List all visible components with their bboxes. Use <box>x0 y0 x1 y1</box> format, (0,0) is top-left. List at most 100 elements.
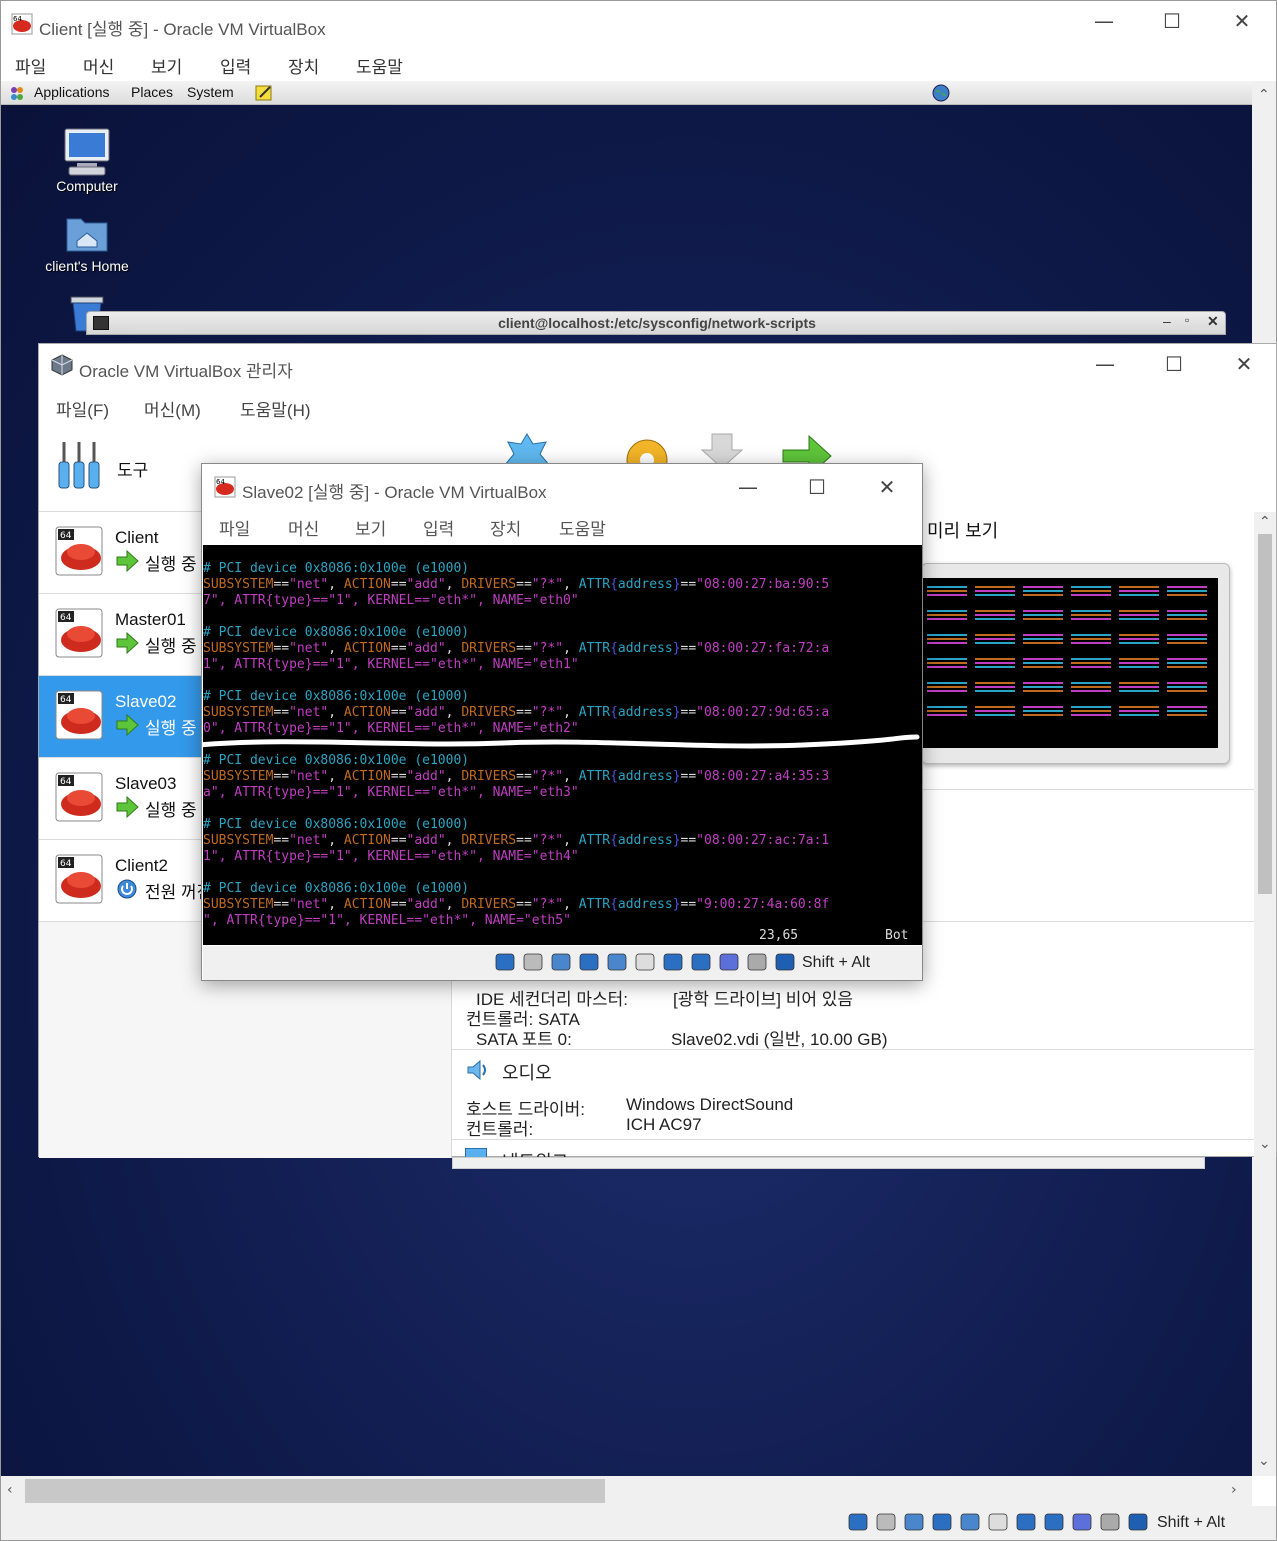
menu-view[interactable]: 보기 <box>151 53 182 78</box>
terminal-minimize-button[interactable]: – <box>1163 313 1171 329</box>
menu-input[interactable]: 입력 <box>220 53 251 78</box>
gnome-top-panel: Applications Places System <box>1 81 1252 105</box>
text-editor-icon[interactable] <box>254 83 274 103</box>
scroll-up-arrow-icon[interactable]: ⌃ <box>1258 87 1270 103</box>
display-icon[interactable] <box>1015 1511 1037 1533</box>
scroll-left-arrow-icon[interactable]: ‹ <box>7 1482 13 1498</box>
slave-minimize-button[interactable]: — <box>725 475 771 499</box>
preview-text-line <box>1071 714 1111 716</box>
manager-menu-machine[interactable]: 머신(M) <box>144 396 201 421</box>
host-key-label: Shift + Alt <box>1157 1514 1226 1531</box>
preview-heading: 미리 보기 <box>927 521 999 541</box>
slave-menu-help[interactable]: 도움말 <box>559 515 606 540</box>
preview-text-line <box>927 686 967 688</box>
menu-file[interactable]: 파일 <box>15 53 46 78</box>
preview-text-line <box>1167 666 1207 668</box>
slave-maximize-button[interactable]: ☐ <box>794 475 840 499</box>
preview-text-line <box>927 634 967 636</box>
details-scroll-down-icon[interactable]: ⌄ <box>1259 1136 1271 1152</box>
manager-menu-help[interactable]: 도움말(H) <box>240 396 311 421</box>
terminal-maximize-button[interactable]: ▫ <box>1185 313 1189 327</box>
scroll-right-arrow-icon[interactable]: › <box>1231 1482 1237 1498</box>
preview-text-line <box>1167 686 1207 688</box>
svg-text:64: 64 <box>216 478 225 486</box>
preview-text-line <box>1167 642 1207 644</box>
close-button[interactable]: ✕ <box>1219 9 1265 33</box>
preview-text-line <box>1119 614 1159 616</box>
system-menu[interactable]: System <box>187 84 234 100</box>
keyboard-capture-icon[interactable] <box>1127 1511 1149 1533</box>
preview-text-line <box>975 706 1015 708</box>
svg-text:64: 64 <box>60 777 72 787</box>
slave-menu-view[interactable]: 보기 <box>355 515 386 540</box>
vm-name: Slave03 <box>115 774 177 793</box>
places-menu[interactable]: Places <box>131 84 173 100</box>
hard-disk-icon[interactable] <box>494 951 516 973</box>
manager-close-button[interactable]: ✕ <box>1221 352 1267 376</box>
console-comment-line: # PCI device 0x8086:0x100e (e1000) <box>203 561 470 576</box>
details-scroll-up-icon[interactable]: ⌃ <box>1259 514 1271 530</box>
preview-text-line <box>1119 706 1159 708</box>
vm-state: 실행 중 <box>145 555 197 574</box>
menu-machine[interactable]: 머신 <box>83 53 114 78</box>
scroll-down-arrow-icon[interactable]: ⌄ <box>1258 1453 1270 1469</box>
running-arrow-icon <box>115 631 139 655</box>
manager-minimize-button[interactable]: — <box>1082 352 1128 376</box>
optical-disk-icon[interactable] <box>522 951 544 973</box>
preview-text-line <box>1071 618 1111 620</box>
hard-disk-icon[interactable] <box>847 1511 869 1533</box>
manager-maximize-button[interactable]: ☐ <box>1151 352 1197 376</box>
video-capture-icon[interactable] <box>1043 1511 1065 1533</box>
mouse-integration-icon[interactable] <box>1099 1511 1121 1533</box>
network-icon[interactable] <box>931 1511 953 1533</box>
terminal-close-button[interactable]: ✕ <box>1207 313 1219 330</box>
slave-menu-file[interactable]: 파일 <box>219 515 250 540</box>
vm-name: Slave02 <box>115 692 177 711</box>
preview-text-line <box>1119 714 1159 716</box>
home-folder-icon[interactable] <box>65 213 109 253</box>
network-globe-icon[interactable] <box>931 83 951 103</box>
minimize-button[interactable]: — <box>1081 9 1127 33</box>
manager-details-scrollbar[interactable]: ⌃ ⌄ <box>1254 512 1276 1158</box>
display-icon[interactable] <box>662 951 684 973</box>
usb-icon[interactable] <box>606 951 628 973</box>
maximize-button[interactable]: ☐ <box>1149 9 1195 33</box>
slave-menu-machine[interactable]: 머신 <box>288 515 319 540</box>
preview-text-line <box>1119 590 1159 592</box>
preview-text-line <box>927 590 967 592</box>
outer-horizontal-scrollbar[interactable]: ‹ › <box>1 1476 1252 1506</box>
video-capture-icon[interactable] <box>690 951 712 973</box>
preview-text-line <box>975 690 1015 692</box>
preview-text-line <box>1167 638 1207 640</box>
virtualization-icon[interactable] <box>718 951 740 973</box>
horizontal-scroll-thumb[interactable] <box>25 1479 605 1503</box>
terminal-window-titlebar[interactable]: client@localhost:/etc/sysconfig/network-… <box>86 311 1226 335</box>
preview-text-line <box>927 594 967 596</box>
mouse-integration-icon[interactable] <box>746 951 768 973</box>
optical-disk-icon[interactable] <box>875 1511 897 1533</box>
slave-close-button[interactable]: ✕ <box>864 475 910 499</box>
audio-icon[interactable] <box>550 951 572 973</box>
preview-text-line <box>1167 594 1207 596</box>
applications-menu[interactable]: Applications <box>34 84 110 100</box>
usb-icon[interactable] <box>959 1511 981 1533</box>
virtualization-icon[interactable] <box>1071 1511 1093 1533</box>
preview-text-line <box>1119 666 1159 668</box>
keyboard-capture-icon[interactable] <box>774 951 796 973</box>
guest-console[interactable]: # PCI device 0x8086:0x100e (e1000) SUBSYS… <box>203 545 922 945</box>
shared-folder-icon[interactable] <box>634 951 656 973</box>
slave-menu-devices[interactable]: 장치 <box>490 515 521 540</box>
network-icon[interactable] <box>578 951 600 973</box>
menu-devices[interactable]: 장치 <box>288 53 319 78</box>
preview-text-line <box>1167 618 1207 620</box>
audio-icon[interactable] <box>903 1511 925 1533</box>
slave-menu-input[interactable]: 입력 <box>423 515 454 540</box>
manager-menu-file[interactable]: 파일(F) <box>56 396 109 421</box>
preview-text-line <box>1071 614 1111 616</box>
computer-icon[interactable] <box>63 127 111 177</box>
preview-text-line <box>1071 638 1111 640</box>
shared-folder-icon[interactable] <box>987 1511 1009 1533</box>
menu-help[interactable]: 도움말 <box>356 53 403 78</box>
preview-text-line <box>927 658 967 660</box>
details-scroll-thumb[interactable] <box>1258 534 1272 894</box>
